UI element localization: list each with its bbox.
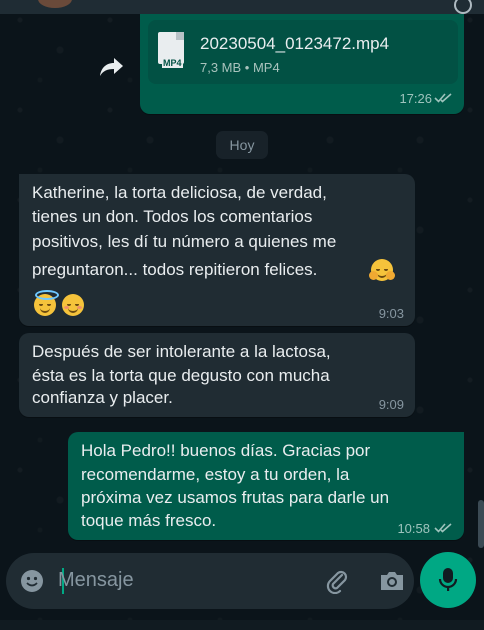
message-time: 9:03 [378, 306, 404, 321]
message-line: confianza y placer. [32, 388, 173, 407]
file-attachment[interactable]: MP4 20230504_0123472.mp4 7,3 MB • MP4 [148, 20, 458, 84]
smiling-face-with-halo-emoji [34, 290, 59, 316]
message-line: positivos, les dí tu número a quienes me [32, 232, 337, 251]
menu-icon[interactable] [454, 0, 472, 14]
message-input[interactable]: Mensaje [58, 569, 134, 592]
date-divider: Hoy [216, 131, 268, 159]
message-line: toque más fresco. [81, 511, 217, 530]
message-line: Después de ser intolerante a la lactosa, [32, 342, 331, 361]
mic-button[interactable] [420, 552, 476, 608]
camera-icon[interactable] [378, 569, 406, 593]
file-type-badge: MP4 [162, 58, 183, 68]
message-composer[interactable]: Mensaje [6, 553, 414, 609]
incoming-message-bubble[interactable]: Después de ser intolerante a la lactosa,… [19, 333, 415, 417]
incoming-message-bubble[interactable]: Katherine, la torta deliciosa, de verdad… [19, 174, 415, 326]
read-ticks-icon [434, 523, 452, 533]
smiling-face-with-smiling-eyes-emoji [62, 294, 84, 316]
message-line: Hola Pedro!! buenos días. Gracias por [81, 441, 371, 460]
scrollbar[interactable] [478, 500, 484, 548]
message-line: ésta es la torta que degusto con mucha [32, 366, 330, 385]
message-time: 17:26 [399, 91, 432, 106]
video-file-icon: MP4 [158, 32, 184, 68]
message-line: recomendarme, estoy a tu orden, la [81, 465, 350, 484]
microphone-icon [438, 568, 458, 591]
contact-avatar[interactable] [38, 0, 72, 8]
navigation-bar [0, 620, 484, 630]
read-ticks-icon [434, 93, 452, 103]
message-line: tienes un don. Todos los comentarios [32, 207, 313, 226]
hugging-face-emoji [369, 259, 395, 281]
message-line: preguntaron... todos repitieron felices. [32, 260, 318, 279]
file-name: 20230504_0123472.mp4 [200, 34, 390, 53]
file-meta: 7,3 MB • MP4 [200, 60, 280, 75]
message-line: Katherine, la torta deliciosa, de verdad… [32, 183, 327, 202]
message-time: 9:09 [378, 397, 404, 412]
chat-header [0, 0, 484, 14]
emoji-icon[interactable] [20, 569, 44, 593]
message-line: próxima vez usamos frutas para darle un [81, 488, 390, 507]
outgoing-message-bubble[interactable]: Hola Pedro!! buenos días. Gracias por re… [68, 432, 464, 540]
attach-icon[interactable] [324, 568, 350, 594]
forward-icon[interactable] [96, 50, 128, 82]
file-message-bubble[interactable]: MP4 20230504_0123472.mp4 7,3 MB • MP4 17… [140, 14, 464, 114]
message-time: 10:58 [397, 521, 430, 536]
